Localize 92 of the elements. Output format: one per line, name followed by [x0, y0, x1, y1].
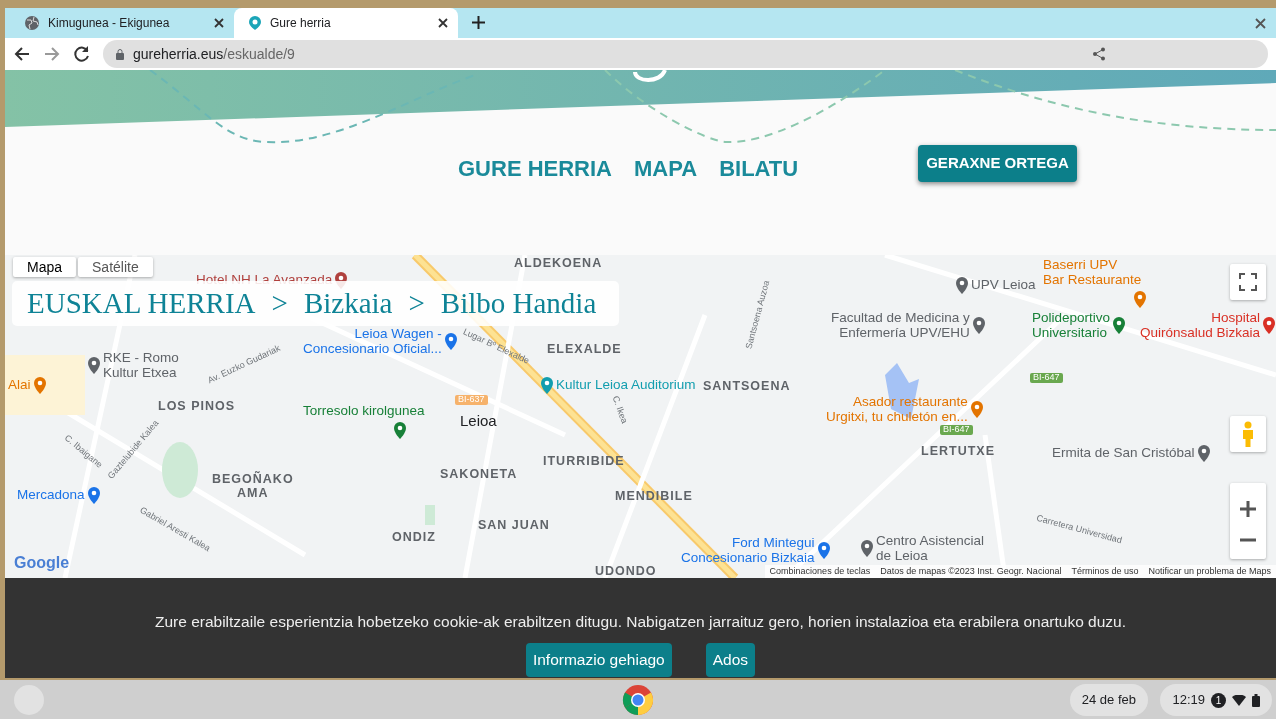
globe-icon: [24, 15, 40, 31]
user-button[interactable]: GERAXNE ORTEGA: [918, 145, 1077, 182]
address-bar[interactable]: gureherria.eus/eskualde/9: [103, 40, 1268, 68]
map-pin-icon: [443, 332, 458, 352]
district-label: SAN JUAN: [478, 519, 550, 533]
breadcrumb-link[interactable]: Bilbo Handia: [440, 281, 597, 326]
attribution-link[interactable]: Notificar un problema de Maps: [1148, 564, 1271, 578]
place-label: Hospital Quirónsalud Bizkaia: [1140, 311, 1261, 341]
map-pin-icon: [540, 376, 554, 395]
map-pin-icon: [32, 376, 47, 395]
map-type-tab[interactable]: Mapa: [13, 257, 77, 277]
district-label: ONDIZ: [392, 531, 436, 545]
wifi-icon: [1232, 694, 1246, 706]
place-label: RKE - Romo Kultur Etxea: [103, 351, 179, 381]
place-label: Mercadona: [17, 488, 85, 503]
map-pin-icon: [1133, 289, 1147, 309]
place-label: Polideportivo Universitario: [1032, 311, 1111, 341]
map-pin-icon: [393, 420, 407, 440]
zoom-in-icon[interactable]: [1239, 500, 1257, 518]
place-label: Ermita de San Cristóbal: [1052, 446, 1195, 461]
place-label: Leioa Wagen - Concesionario Oficial...: [303, 327, 442, 357]
place-label: Facultad de Medicina y Enfermería UPV/EHU: [831, 311, 970, 341]
zoom-out-icon[interactable]: [1239, 538, 1257, 542]
district-label: LOS PINOS: [158, 400, 236, 414]
clock-text: 12:19: [1172, 691, 1205, 710]
district-label: BEGOÑAKO AMA: [212, 473, 294, 501]
battery-icon: [1252, 693, 1260, 707]
town-label: Leioa: [460, 413, 497, 430]
park-area: [425, 505, 435, 525]
cookie-button[interactable]: Informazio gehiago: [525, 643, 672, 677]
place-label: Kultur Leioa Auditorium: [556, 378, 696, 393]
district-label: SAKONETA: [440, 468, 518, 482]
nav-link[interactable]: BILATU: [719, 152, 799, 185]
google-logo: Google: [14, 553, 70, 573]
street-label: C. Ikea: [609, 394, 629, 426]
district-label: ELEXALDE: [547, 343, 622, 357]
road-number-label: BI-647: [940, 425, 973, 435]
road-number-label: BI-637: [455, 395, 488, 405]
share-icon[interactable]: [1092, 47, 1106, 61]
cookie-button[interactable]: Ados: [705, 643, 756, 677]
map-pin-icon: [87, 356, 101, 376]
pegman-icon: [1241, 421, 1255, 447]
district-label: UDONDO: [595, 565, 657, 578]
place-label: UPV Leioa: [971, 278, 1036, 293]
nav-link[interactable]: MAPA: [634, 152, 698, 185]
nav-link[interactable]: GURE HERRIA: [458, 152, 612, 185]
map-pin-icon: [860, 539, 874, 559]
browser-app-icon[interactable]: [622, 683, 654, 716]
browser-tab[interactable]: Kimugunea - Ekigunea: [10, 8, 234, 38]
map-pin-icon: [86, 486, 101, 505]
map-pin-icon: [1112, 316, 1127, 336]
forward-icon[interactable]: [43, 45, 61, 63]
notification-count: 1: [1211, 692, 1226, 708]
attribution-link[interactable]: Combinaciones de teclas: [769, 564, 871, 578]
reload-icon[interactable]: [73, 45, 91, 63]
browser-tab[interactable]: Gure herria: [234, 8, 458, 38]
road-number-label: BI-647: [1030, 373, 1063, 383]
map-pin-icon: [969, 400, 984, 420]
map-pin-icon: [1196, 444, 1211, 463]
district-label: ALDEKOENA: [514, 257, 603, 271]
cookie-message: Zure erabiltzaile esperientzia hobetzeko cookie-ak erabiltzen ditugu. Nabigatzen jarraituz gero, horien instalazioa eta erabilera onartuko duzu.: [154, 612, 1126, 632]
close-tab-icon[interactable]: [438, 18, 448, 28]
breadcrumb-separator: >: [408, 285, 425, 321]
date-display[interactable]: 24 de feb: [1069, 684, 1148, 716]
fullscreen-button[interactable]: [1230, 264, 1266, 300]
place-label: Alai: [8, 378, 31, 393]
status-area[interactable]: 12:19 1: [1160, 684, 1272, 716]
map-pin-icon: [955, 276, 969, 295]
place-label: Asador restaurante Urgitxi, tu chuletón en...: [826, 395, 968, 425]
map-pin-icon: [1262, 316, 1276, 336]
place-label: Centro Asistencial de Leioa: [876, 534, 985, 564]
map-type-tab[interactable]: Satélite: [78, 257, 153, 277]
close-window-icon[interactable]: [1255, 18, 1266, 29]
map-pin-icon: [816, 541, 831, 561]
close-tab-icon[interactable]: [214, 18, 224, 28]
map-pin-icon: [971, 316, 986, 336]
attribution-link[interactable]: Términos de uso: [1071, 564, 1139, 578]
breadcrumb-separator: >: [271, 285, 288, 321]
place-label: Baserri UPV Bar Restaurante: [1043, 258, 1142, 288]
map[interactable]: [5, 255, 1276, 578]
district-label: SANTSOENA: [703, 380, 791, 394]
url-text: gureherria.eus/eskualde/9: [133, 44, 295, 64]
lock-icon: [115, 48, 125, 60]
back-icon[interactable]: [13, 45, 31, 63]
attribution-link[interactable]: Datos de mapas ©2023 Inst. Geogr. Nacional: [880, 564, 1062, 578]
park-area: [162, 442, 198, 498]
zoom-control[interactable]: [1230, 483, 1266, 559]
new-tab-icon[interactable]: [472, 16, 485, 29]
map-pin-icon: [248, 15, 262, 31]
district-label: LERTUTXE: [921, 445, 995, 459]
place-label: Torresolo kirolgunea: [303, 404, 425, 419]
fullscreen-icon: [1239, 273, 1257, 291]
